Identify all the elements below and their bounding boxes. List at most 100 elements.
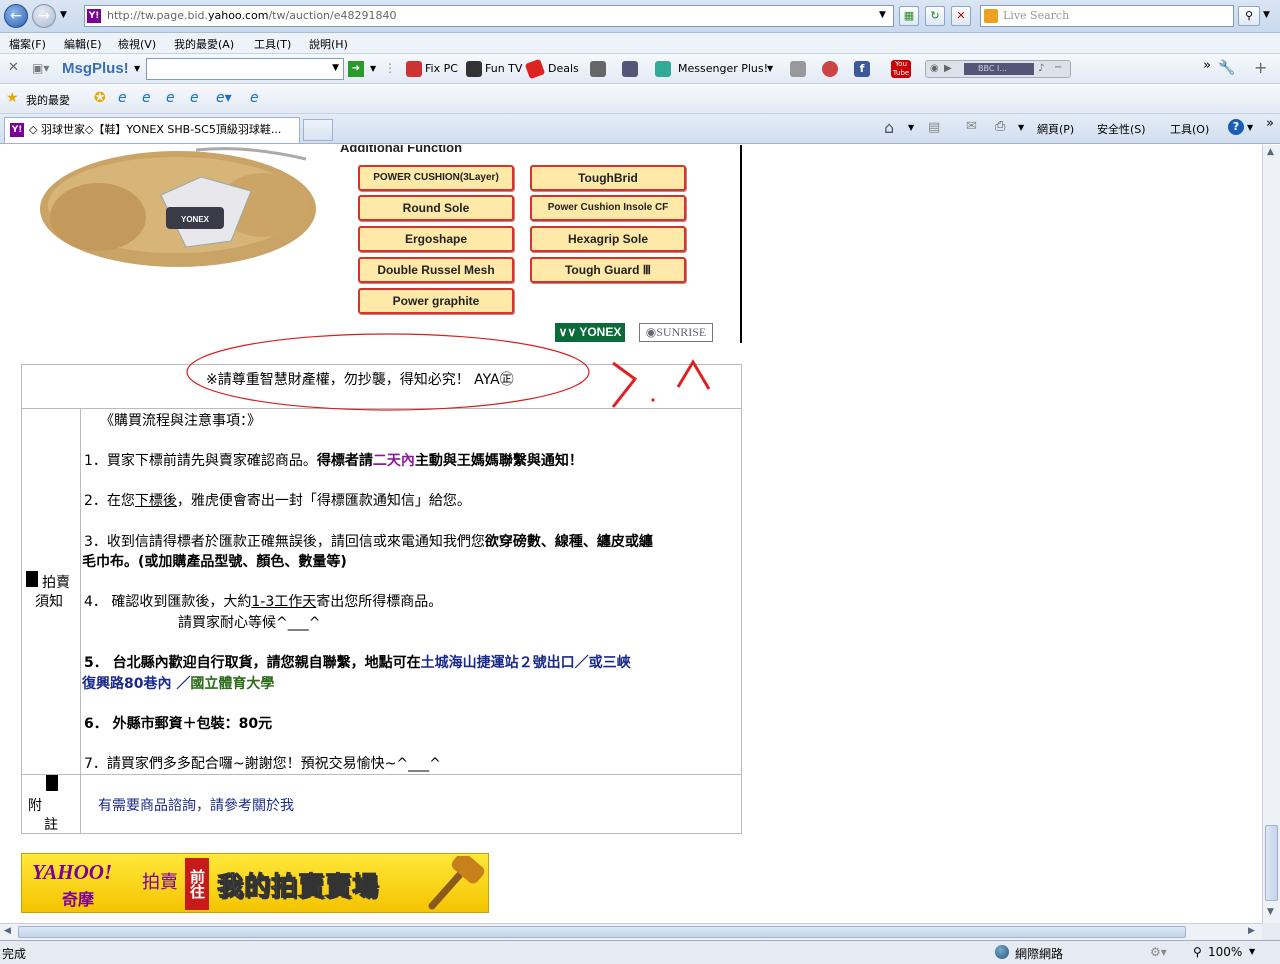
close-toolbar-icon[interactable]: ✕ (8, 60, 19, 75)
app-icon[interactable] (590, 61, 606, 77)
zoom-dropdown-icon[interactable]: ▼ (1249, 947, 1255, 956)
ie-link-icon-3[interactable]: e (166, 90, 175, 106)
print-icon[interactable]: ⎙ (995, 119, 1005, 134)
ie-link-icon-2[interactable]: e (142, 90, 151, 106)
line2-text: 2．在您 (84, 493, 135, 509)
refresh-icon[interactable]: ↻ (925, 6, 945, 26)
zoom-icon[interactable]: ⚲ (1193, 945, 1202, 959)
url-input[interactable]: Y! http://tw.page.bid.yahoo.com/tw/aucti… (84, 5, 894, 27)
menu-tools[interactable]: 工具(T) (254, 36, 291, 52)
home-dropdown-icon[interactable]: ▼ (908, 123, 914, 132)
notice-line-3b: 毛巾布。(或加購產品型號、顏色、數量等) (82, 554, 347, 570)
history-dropdown-icon[interactable]: ▼ (60, 10, 67, 20)
ie-link-icon-6[interactable]: e (250, 90, 259, 106)
cmd-more-icon[interactable]: » (1266, 116, 1274, 131)
scroll-corner (1262, 923, 1280, 940)
add-favorite-icon[interactable]: ✪ (94, 90, 106, 106)
go-arrow-icon[interactable]: ➜ (348, 61, 364, 77)
mail-icon[interactable]: ✉ (966, 119, 977, 134)
scroll-right-icon[interactable]: ▶ (1248, 926, 1255, 936)
media-station[interactable]: BBC I... (964, 63, 1034, 75)
facebook-icon[interactable]: f (854, 61, 870, 77)
feeds-icon[interactable]: ▤ (928, 120, 940, 135)
messenger-plus-button[interactable]: Messenger Plus! (678, 62, 768, 75)
add-icon[interactable]: + (1254, 58, 1267, 77)
url-dropdown-icon[interactable]: ▼ (879, 10, 886, 20)
home-icon[interactable]: ⌂ (884, 118, 894, 137)
deals-button[interactable]: Deals (548, 62, 579, 75)
live-search-input[interactable]: Live Search (980, 5, 1234, 27)
scroll-left-icon[interactable]: ◀ (4, 926, 11, 936)
media-minimize-icon[interactable]: − (1054, 62, 1062, 73)
stop-icon[interactable]: ✕ (951, 6, 971, 26)
game-icon[interactable] (790, 61, 806, 77)
line2-text-end: ，雅虎便會寄出一封「得標匯款通知信」給您。 (176, 493, 471, 509)
print-dropdown-icon[interactable]: ▼ (1018, 123, 1024, 132)
cmd-safety[interactable]: 安全性(S) (1097, 121, 1146, 137)
line4-underline: 1-3工作天 (251, 594, 317, 610)
url-prefix: http://tw.page.bid. (107, 9, 208, 22)
wrench-app-icon[interactable] (622, 61, 638, 77)
tab-auction[interactable]: Y! ◇ 羽球世家◇【鞋】YONEX SHB-SC5頂級羽球鞋... (4, 117, 300, 143)
search-options-icon[interactable]: ▼ (1263, 10, 1270, 20)
help-dropdown-icon[interactable]: ▼ (1247, 123, 1253, 132)
image-border-line (740, 145, 742, 343)
ie-link-icon-4[interactable]: e (190, 90, 199, 106)
column-divider (80, 408, 81, 834)
new-tab-button[interactable] (303, 119, 333, 141)
vertical-scrollbar[interactable]: ▲ ▼ (1262, 145, 1280, 923)
wrench-icon[interactable]: 🔧 (1218, 60, 1235, 76)
msgplus-dropdown-icon[interactable]: ▼ (134, 64, 140, 73)
ie-link-icon-1[interactable]: e (118, 90, 127, 106)
horizontal-scrollbar[interactable]: ◀ ▶ (0, 923, 1262, 940)
menu-help[interactable]: 說明(H) (309, 36, 348, 52)
search-icon[interactable]: ⚲ (1238, 6, 1260, 26)
notice-line-3a: 3．收到信請得標者於匯款正確無誤後，請回信或來電通知我們您欲穿磅數、線種、纏皮或… (84, 531, 653, 551)
protected-mode-icon[interactable]: ⚙▾ (1150, 945, 1167, 959)
menu-favorites[interactable]: 我的最愛(A) (174, 36, 234, 52)
avatar-icon[interactable] (822, 61, 838, 77)
msgplus-logo: MsgPlus! (62, 60, 129, 77)
live-search-placeholder: Live Search (1003, 9, 1070, 22)
youtube-icon[interactable]: You Tube (891, 60, 911, 78)
back-button[interactable]: ← (4, 4, 28, 28)
menu-view[interactable]: 檢視(V) (118, 36, 156, 52)
media-prev-icon[interactable]: ◉ (930, 63, 939, 74)
horizontal-scroll-thumb[interactable] (18, 926, 1186, 938)
zone-text: 網際網路 (1015, 947, 1064, 961)
media-play-icon[interactable]: ▶ (944, 63, 952, 74)
yahoo-auction-banner[interactable]: YAHOO! 奇摩 拍賣 前往 我的拍賣賣場 (21, 853, 489, 913)
line1-highlight: 二天內 (372, 453, 415, 469)
favorites-bar: ★ 我的最愛 ✪ e e e e e▾ e (0, 84, 1280, 114)
feature-hexagrip-sole: Hexagrip Sole (530, 226, 686, 252)
shoe-sole-image: YONEX (40, 147, 316, 267)
go-dropdown-icon[interactable]: ▼ (370, 64, 376, 73)
volume-icon[interactable]: ♪ (1038, 63, 1044, 74)
about-me-link[interactable]: 有需要商品諮詢，請參考關於我 (98, 795, 294, 815)
ie-link-icon-5[interactable]: e▾ (216, 90, 232, 106)
msgplus-search-input[interactable]: ▼ (146, 58, 344, 80)
cmd-page[interactable]: 網頁(P) (1037, 121, 1074, 137)
scroll-up-icon[interactable]: ▲ (1267, 147, 1274, 157)
menu-file[interactable]: 檔案(F) (9, 36, 46, 52)
scroll-down-icon[interactable]: ▼ (1267, 907, 1274, 917)
menu-edit[interactable]: 編輯(E) (64, 36, 102, 52)
chevron-more-icon[interactable]: » (1203, 58, 1211, 73)
cmd-tools[interactable]: 工具(O) (1170, 121, 1209, 137)
fun-tv-button[interactable]: Fun TV (485, 62, 522, 75)
forward-button[interactable]: → (32, 4, 56, 28)
messenger-dropdown-icon[interactable]: ▼ (767, 64, 773, 73)
help-icon[interactable]: ? (1228, 119, 1244, 135)
fix-pc-button[interactable]: Fix PC (425, 62, 458, 75)
zoom-level[interactable]: 100% (1208, 945, 1242, 959)
line1-bold-end: 主動與王媽媽聯繫與通知！ (414, 453, 583, 469)
vertical-scroll-thumb[interactable] (1265, 825, 1278, 901)
line3-bold: 欲穿磅數、線種、纏皮或纏 (484, 534, 653, 550)
line1-bold: 得標者請 (316, 453, 373, 469)
compat-view-icon[interactable]: ▦ (899, 6, 919, 26)
url-domain: yahoo.com (207, 9, 269, 22)
search-dropdown-icon[interactable]: ▼ (332, 63, 339, 73)
favorites-button[interactable]: 我的最愛 (26, 92, 70, 108)
toolbar-options-icon[interactable]: ▣▾ (32, 61, 49, 75)
notice-line-6: 6． 外縣市郵資＋包裝：80元 (84, 716, 273, 732)
